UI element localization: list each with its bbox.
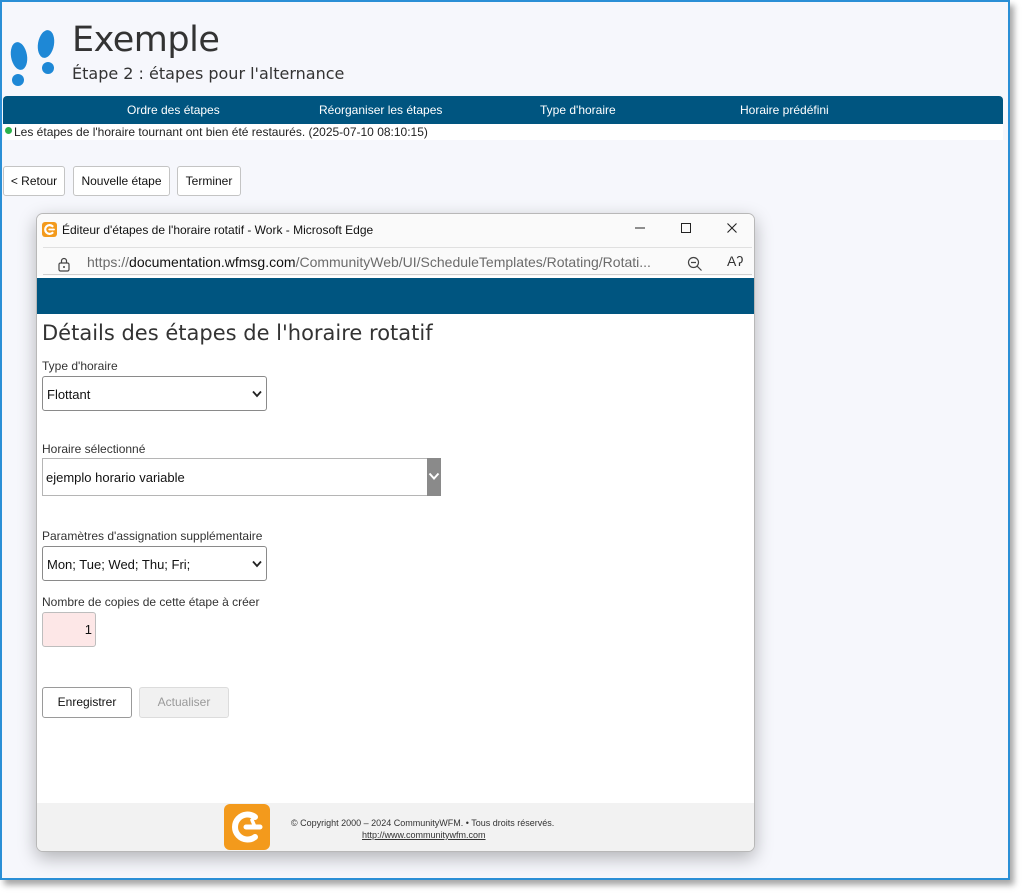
read-aloud-icon[interactable]: Aʔ: [727, 253, 743, 269]
nav-item-predefined-schedule[interactable]: Horaire prédéfini: [740, 103, 829, 117]
url-field[interactable]: https://documentation.wfmsg.com/Communit…: [43, 247, 752, 275]
address-bar: https://documentation.wfmsg.com/Communit…: [37, 246, 754, 276]
save-button[interactable]: Enregistrer: [42, 687, 132, 718]
status-bar: Les étapes de l'horaire tournant ont bie…: [3, 124, 1003, 140]
combobox-dropdown-button[interactable]: [427, 458, 441, 496]
app-logo-icon: [42, 222, 57, 237]
lock-icon: [58, 257, 70, 272]
nav-item-schedule-type[interactable]: Type d'horaire: [540, 103, 616, 117]
chevron-down-icon: [428, 472, 440, 480]
url-path: /CommunityWeb/UI/ScheduleTemplates/Rotat…: [295, 254, 651, 270]
minimize-icon[interactable]: [625, 218, 655, 242]
status-message: Les étapes de l'horaire tournant ont bie…: [14, 125, 428, 139]
close-icon[interactable]: [717, 218, 747, 242]
edge-popup-window: Éditeur d'étapes de l'horaire rotatif - …: [36, 213, 755, 852]
chevron-down-icon: [252, 390, 262, 398]
selected-schedule-label: Horaire sélectionné: [42, 442, 146, 456]
nav-bar: Ordre des étapes Réorganiser les étapes …: [3, 96, 1003, 124]
page-subtitle: Étape 2 : étapes pour l'alternance: [72, 64, 345, 83]
schedule-type-select[interactable]: Flottant: [42, 376, 267, 411]
extra-params-value: Mon; Tue; Wed; Thu; Fri;: [47, 557, 191, 572]
extra-params-label: Paramètres d'assignation supplémentaire: [42, 529, 263, 543]
content-title: Détails des étapes de l'horaire rotatif: [42, 321, 433, 345]
communitywfm-logo-icon: [224, 804, 270, 850]
maximize-icon[interactable]: [671, 218, 701, 242]
popup-header-band: [37, 278, 754, 314]
zoom-out-icon[interactable]: [687, 256, 703, 272]
url-text: https://documentation.wfmsg.com/Communit…: [87, 254, 651, 270]
url-scheme: https://: [87, 254, 130, 270]
url-domain: documentation.wfmsg.com: [129, 254, 296, 270]
nav-item-step-order[interactable]: Ordre des étapes: [127, 103, 220, 117]
nav-item-reorder-steps[interactable]: Réorganiser les étapes: [319, 103, 442, 117]
schedule-type-label: Type d'horaire: [42, 359, 118, 373]
footer-website-link[interactable]: http://www.communitywfm.com: [362, 830, 486, 840]
window-titlebar[interactable]: Éditeur d'étapes de l'horaire rotatif - …: [37, 214, 754, 246]
schedule-type-value: Flottant: [47, 387, 91, 402]
footsteps-icon: [10, 30, 55, 86]
extra-params-select[interactable]: Mon; Tue; Wed; Thu; Fri;: [42, 546, 267, 581]
selected-schedule-value: ejemplo horario variable: [46, 470, 185, 485]
page-title: Exemple: [72, 20, 220, 60]
success-dot-icon: [5, 127, 12, 134]
window-title: Éditeur d'étapes de l'horaire rotatif - …: [62, 223, 374, 237]
finish-button[interactable]: Terminer: [177, 166, 241, 196]
copies-input[interactable]: [42, 612, 96, 647]
back-button[interactable]: < Retour: [3, 166, 65, 196]
selected-schedule-combobox[interactable]: ejemplo horario variable: [42, 458, 441, 496]
update-button[interactable]: Actualiser: [139, 687, 229, 718]
new-step-button[interactable]: Nouvelle étape: [73, 166, 170, 196]
copyright-text: © Copyright 2000 – 2024 CommunityWFM. • …: [291, 818, 555, 828]
copies-label: Nombre de copies de cette étape à créer: [42, 595, 260, 609]
popup-footer: © Copyright 2000 – 2024 CommunityWFM. • …: [37, 803, 754, 851]
chevron-down-icon: [252, 560, 262, 568]
